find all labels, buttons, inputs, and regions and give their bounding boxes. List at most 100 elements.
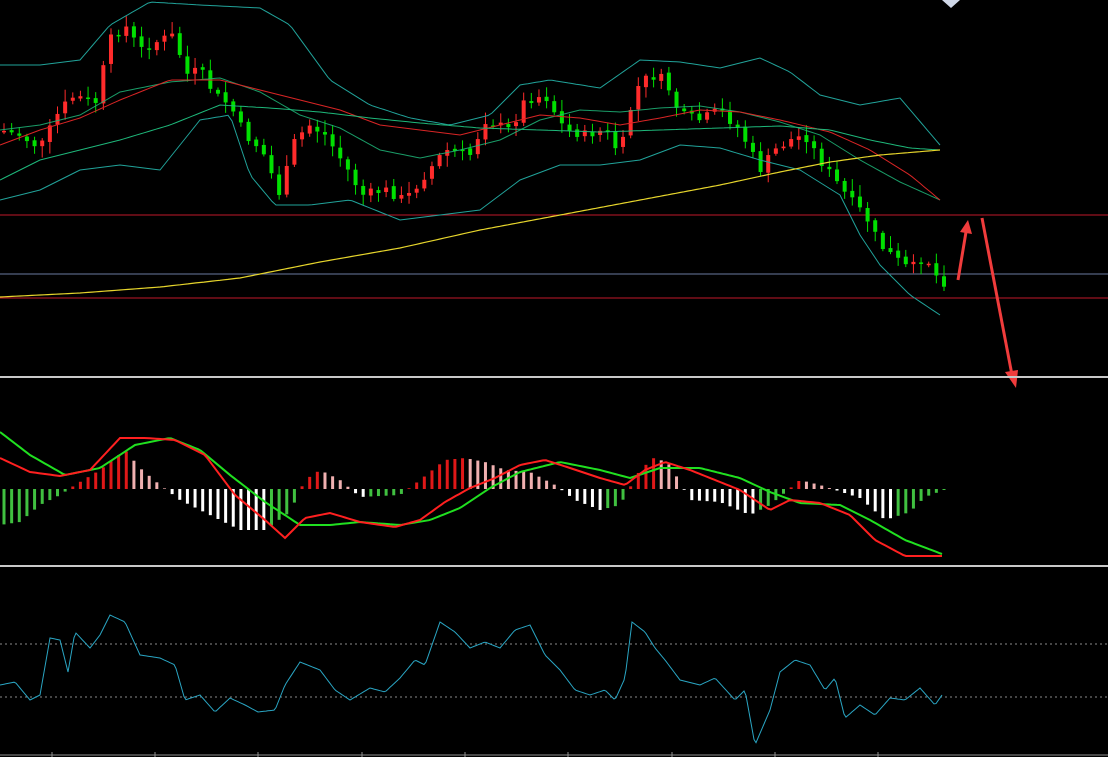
candle-body-up <box>514 122 519 127</box>
candle-body-down <box>353 169 358 186</box>
bollinger-upper-band <box>0 1 941 146</box>
chart-stage <box>0 0 1108 757</box>
candle-body-up <box>911 261 916 265</box>
moving-average-long-line <box>0 149 941 298</box>
oscillator-line <box>0 614 943 744</box>
candle-body-down <box>185 56 190 74</box>
candle-body-down <box>32 140 37 147</box>
candle-body-down <box>682 108 687 112</box>
candle-body-up <box>78 96 83 99</box>
candle-body-up <box>300 132 305 140</box>
macd-panel <box>0 431 946 557</box>
candle-body-down <box>903 256 908 265</box>
candle-body-up <box>705 112 710 120</box>
candle-body-down <box>873 220 878 232</box>
candle-body-down <box>131 26 136 38</box>
candle-body-up <box>154 42 159 51</box>
down-arrow-shaft <box>980 217 1014 376</box>
candle-body-down <box>277 174 282 195</box>
candle-body-up <box>926 263 931 266</box>
candle-body-down <box>857 196 862 208</box>
candle-body-up <box>124 26 129 36</box>
candle-body-down <box>246 121 251 142</box>
candle-body-down <box>506 124 511 128</box>
candle-body-up <box>429 166 434 179</box>
candle-body-down <box>269 155 274 174</box>
candle-body-down <box>728 110 733 124</box>
candle-body-down <box>215 89 220 94</box>
candle-body-up <box>643 75 648 88</box>
candle-body-up <box>796 136 801 140</box>
candle-body-down <box>888 248 893 253</box>
candle-body-up <box>70 97 75 101</box>
candle-body-down <box>330 134 335 147</box>
candle-body-down <box>139 36 144 47</box>
candle-body-down <box>147 48 152 50</box>
candle-body-down <box>590 131 595 137</box>
candle-body-up <box>422 179 427 189</box>
candle-body-down <box>666 72 671 91</box>
candle-body-down <box>804 135 809 143</box>
candle-body-down <box>567 124 572 131</box>
candle-body-down <box>758 151 763 173</box>
candle-body-up <box>659 73 664 81</box>
candle-body-up <box>101 65 106 104</box>
oscillator-panel <box>0 614 1108 744</box>
candle-body-down <box>376 190 381 194</box>
candle-body-up <box>170 33 175 37</box>
candle-body-up <box>307 125 312 134</box>
candle-body-down <box>200 67 205 70</box>
candle-body-down <box>842 180 847 192</box>
price-panel <box>0 0 1108 388</box>
candlestick-series <box>2 16 946 291</box>
candle-body-up <box>384 187 389 193</box>
candle-body-down <box>223 92 228 103</box>
candle-body-down <box>468 148 473 155</box>
candle-body-down <box>697 113 702 121</box>
candle-body-down <box>865 208 870 222</box>
candle-body-down <box>86 97 91 100</box>
candle-body-down <box>743 126 748 142</box>
candle-body-down <box>919 262 924 264</box>
candle-body-down <box>315 126 320 132</box>
candle-body-up <box>483 124 488 140</box>
candle-body-down <box>674 91 679 108</box>
candle-body-up <box>162 35 167 42</box>
candle-body-down <box>345 159 350 170</box>
candle-body-down <box>9 130 14 133</box>
candle-body-up <box>40 140 45 147</box>
candle-body-up <box>437 155 442 167</box>
up-arrow-head <box>960 220 972 234</box>
panel-frames <box>0 376 1108 757</box>
down-arrow-head <box>1005 370 1018 388</box>
candle-body-up <box>536 97 541 103</box>
candle-body-down <box>177 33 182 55</box>
candle-body-down <box>238 111 243 123</box>
candle-body-down <box>93 98 98 103</box>
candle-body-down <box>254 139 259 147</box>
candle-body-down <box>24 136 29 142</box>
candle-body-up <box>368 188 373 196</box>
candle-body-down <box>231 101 236 112</box>
macd-dif-line <box>0 437 942 557</box>
candle-body-up <box>781 146 786 149</box>
candle-body-down <box>934 263 939 276</box>
candle-body-down <box>17 133 22 136</box>
candle-body-down <box>613 131 618 149</box>
annotation-arrows <box>956 217 1018 388</box>
candle-body-down <box>750 142 755 152</box>
candle-body-down <box>391 186 396 199</box>
macd-dea-line <box>0 431 943 555</box>
candle-body-down <box>116 34 121 37</box>
candle-body-up <box>475 139 480 155</box>
candle-body-up <box>621 136 626 147</box>
candle-body-down <box>361 185 366 195</box>
candle-body-down <box>942 276 946 287</box>
candle-body-up <box>414 188 419 193</box>
candle-body-down <box>896 250 901 258</box>
candle-body-down <box>575 129 580 137</box>
candle-body-up <box>55 113 60 125</box>
candle-body-down <box>559 111 564 124</box>
candle-body-up <box>63 101 68 114</box>
candle-body-up <box>773 148 778 154</box>
